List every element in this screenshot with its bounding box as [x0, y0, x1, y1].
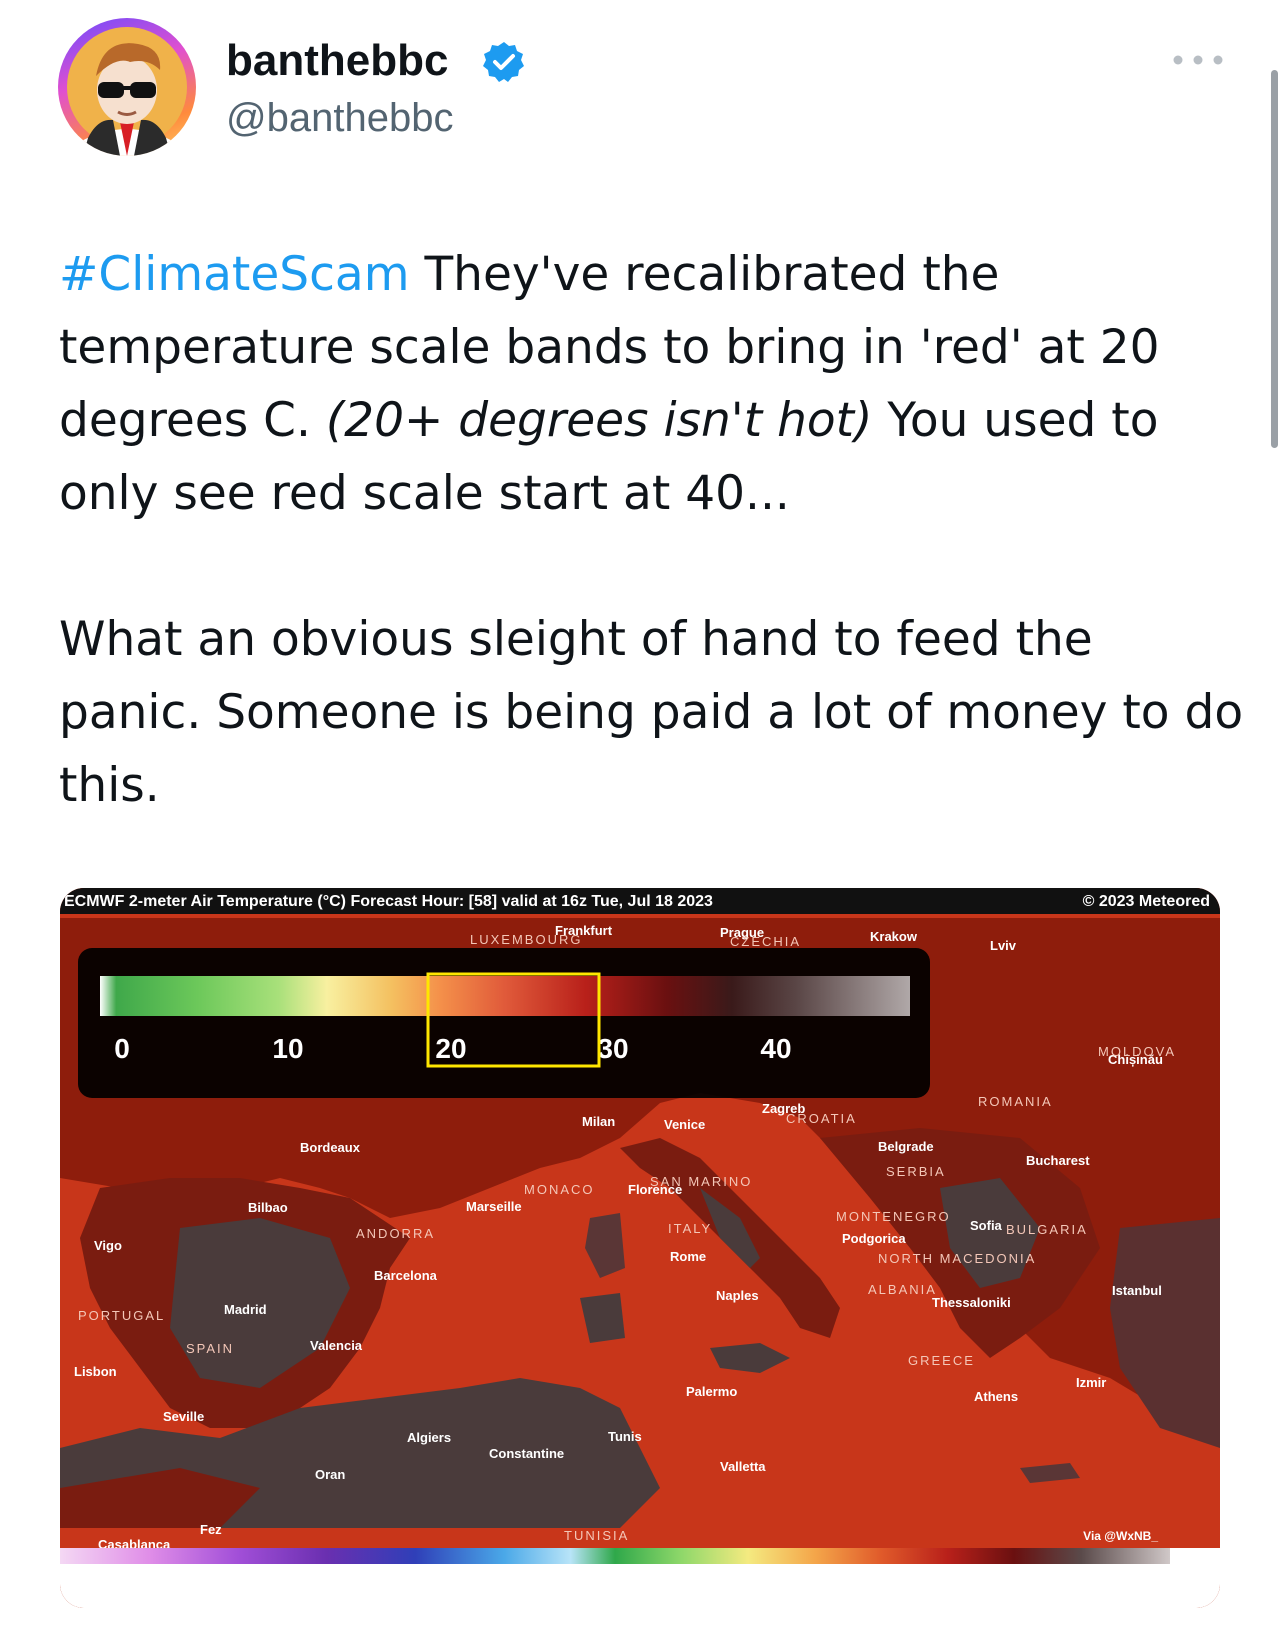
city-label: Venice [664, 1117, 705, 1132]
tweet-paragraph-1: #ClimateScam They've recalibrated the te… [59, 238, 1249, 530]
display-name[interactable]: banthebbc [226, 36, 448, 86]
city-label: Valletta [720, 1459, 766, 1474]
city-label: Constantine [489, 1446, 564, 1461]
city-label: Krakow [870, 929, 918, 944]
city-label: Tunis [608, 1429, 642, 1444]
country-label: BULGARIA [1006, 1222, 1088, 1237]
map-credit: Via @WxNB_ [1083, 1529, 1158, 1543]
bottom-color-scale [60, 1548, 1170, 1564]
inset-scale-label: 20 [435, 1033, 466, 1064]
hashtag-link[interactable]: #ClimateScam [59, 247, 410, 302]
inset-scale-label: 30 [597, 1033, 628, 1064]
country-label: ALBANIA [868, 1282, 937, 1297]
map-title: ECMWF 2-meter Air Temperature (°C) Forec… [64, 893, 713, 910]
city-label: Fez [200, 1522, 222, 1537]
city-label: Seville [163, 1409, 204, 1424]
country-label: ITALY [668, 1221, 712, 1236]
city-label: Lviv [990, 938, 1017, 953]
bottom-scale-label: -40 [101, 1574, 119, 1588]
city-label: Palermo [686, 1384, 737, 1399]
temperature-map: ECMWF 2-meter Air Temperature (°C) Forec… [60, 888, 1220, 1608]
inset-color-scale [100, 976, 910, 1016]
country-label: SAN MARINO [650, 1174, 752, 1189]
city-label: Oran [315, 1467, 345, 1482]
city-label: Milan [582, 1114, 615, 1129]
bottom-scale-label: 50 [1109, 1574, 1123, 1588]
tweet-media-image[interactable]: ECMWF 2-meter Air Temperature (°C) Forec… [60, 888, 1220, 1608]
scrollbar[interactable] [1271, 70, 1278, 448]
country-label: NORTH MACEDONIA [878, 1251, 1036, 1266]
bottom-scale-label: 20 [774, 1574, 788, 1588]
country-label: SERBIA [886, 1164, 946, 1179]
inset-scale-label: 0 [114, 1033, 130, 1064]
country-label: GREECE [908, 1353, 975, 1368]
city-label: Lisbon [74, 1364, 117, 1379]
country-label: CROATIA [786, 1111, 857, 1126]
verified-badge-icon [483, 42, 524, 82]
bottom-scale-label: 40 [997, 1574, 1011, 1588]
city-label: Rome [670, 1249, 706, 1264]
country-label: SPAIN [186, 1341, 234, 1356]
city-label: Madrid [224, 1302, 267, 1317]
city-label: Barcelona [374, 1268, 438, 1283]
city-label: Belgrade [878, 1139, 934, 1154]
city-label: Bucharest [1026, 1153, 1090, 1168]
tweet-text-italic: (20+ degrees isn't hot) [325, 393, 873, 448]
city-label: Bordeaux [300, 1140, 361, 1155]
bottom-scale-label: 10 [662, 1574, 676, 1588]
country-label: MOLDOVA [1098, 1044, 1176, 1059]
country-label: MONTENEGRO [836, 1209, 951, 1224]
country-label: LUXEMBOURG [470, 932, 582, 947]
city-label: Istanbul [1112, 1283, 1162, 1298]
city-label: Podgorica [842, 1231, 906, 1246]
bottom-scale-label: 30 [885, 1574, 899, 1588]
cartoon-face-with-sunglasses-avatar-icon [67, 27, 187, 156]
city-label: Algiers [407, 1430, 451, 1445]
city-label: Naples [716, 1288, 759, 1303]
inset-scale-label: 40 [760, 1033, 791, 1064]
more-horizontal-icon[interactable] [1170, 50, 1226, 70]
bottom-scale-label: -30 [213, 1574, 231, 1588]
city-label: Vigo [94, 1238, 122, 1253]
city-label: Thessaloniki [932, 1295, 1011, 1310]
country-label: PORTUGAL [78, 1308, 165, 1323]
avatar[interactable] [58, 18, 196, 156]
bottom-scale-label: 0 [553, 1574, 560, 1588]
city-label: Marseille [466, 1199, 522, 1214]
country-label: CZECHIA [730, 934, 801, 949]
country-label: MONACO [524, 1182, 595, 1197]
city-label: Sofia [970, 1218, 1003, 1233]
tweet-paragraph-2: What an obvious sleight of hand to feed … [59, 612, 1244, 813]
inset-scale-label: 10 [272, 1033, 303, 1064]
country-label: TUNISIA [564, 1528, 629, 1543]
city-label: Athens [974, 1389, 1018, 1404]
bottom-scale-label: -10 [437, 1574, 455, 1588]
bottom-scale-label: -20 [325, 1574, 343, 1588]
tweet-text: #ClimateScam They've recalibrated the te… [59, 238, 1249, 822]
map-copyright: © 2023 Meteored [1083, 893, 1210, 910]
inset-scale-panel [78, 948, 930, 1098]
country-label: ANDORRA [356, 1226, 435, 1241]
handle[interactable]: @banthebbc [226, 96, 453, 141]
city-label: Izmir [1076, 1375, 1106, 1390]
city-label: Valencia [310, 1338, 363, 1353]
country-label: ROMANIA [978, 1094, 1053, 1109]
city-label: Bilbao [248, 1200, 288, 1215]
